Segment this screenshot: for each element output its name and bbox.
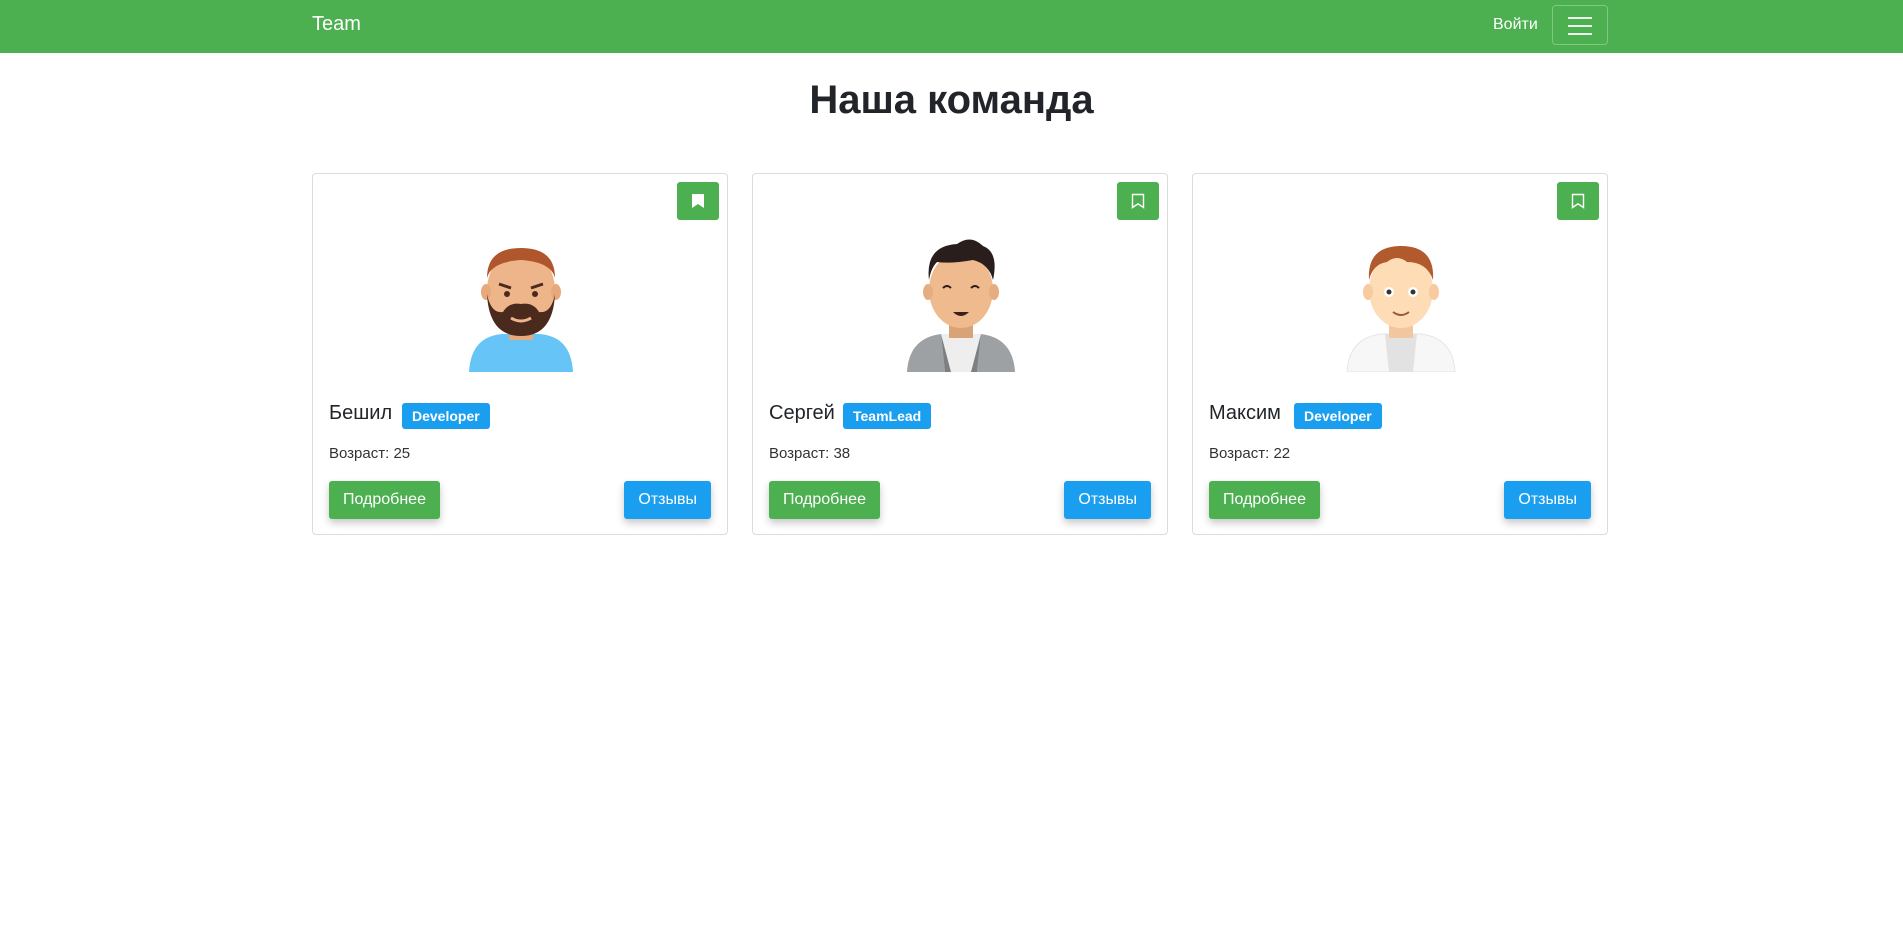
details-button[interactable]: Подробнее: [329, 481, 440, 519]
bookmark-filled-icon: [692, 194, 704, 208]
member-age: Возраст: 22: [1209, 445, 1291, 462]
member-name: Максим: [1209, 402, 1281, 424]
brand-link[interactable]: Team: [312, 13, 361, 36]
menu-toggle-button[interactable]: [1552, 5, 1608, 45]
member-name: Бешил: [329, 402, 393, 424]
details-button[interactable]: Подробнее: [769, 481, 880, 519]
reviews-button[interactable]: Отзывы: [1064, 481, 1151, 519]
login-link[interactable]: Войти: [1493, 16, 1538, 34]
member-card: Сергей TeamLead Возраст: 38 Подробнее От…: [752, 173, 1168, 535]
reviews-button[interactable]: Отзывы: [1504, 481, 1591, 519]
member-card: Максим Developer Возраст: 22 Подробнее О…: [1192, 173, 1608, 535]
role-badge: Developer: [402, 403, 490, 429]
navbar: Team Войти: [0, 0, 1903, 53]
avatar: [469, 248, 573, 372]
member-card: Бешил Developer Возраст: 25 Подробнее От…: [312, 173, 728, 535]
bookmark-button[interactable]: [677, 182, 719, 220]
member-name: Сергей: [769, 402, 835, 424]
bookmark-outline-icon: [1131, 193, 1145, 209]
bookmark-button[interactable]: [1557, 182, 1599, 220]
member-age: Возраст: 38: [769, 445, 851, 462]
page-title: Наша команда: [809, 78, 1094, 122]
role-badge: TeamLead: [843, 403, 932, 429]
avatar: [907, 239, 1015, 372]
details-button[interactable]: Подробнее: [1209, 481, 1320, 519]
bookmark-button[interactable]: [1117, 182, 1159, 220]
avatar: [1346, 246, 1456, 372]
role-badge: Developer: [1294, 403, 1382, 429]
bookmark-outline-icon: [1571, 193, 1585, 209]
member-age: Возраст: 25: [329, 445, 411, 462]
reviews-button[interactable]: Отзывы: [624, 481, 711, 519]
